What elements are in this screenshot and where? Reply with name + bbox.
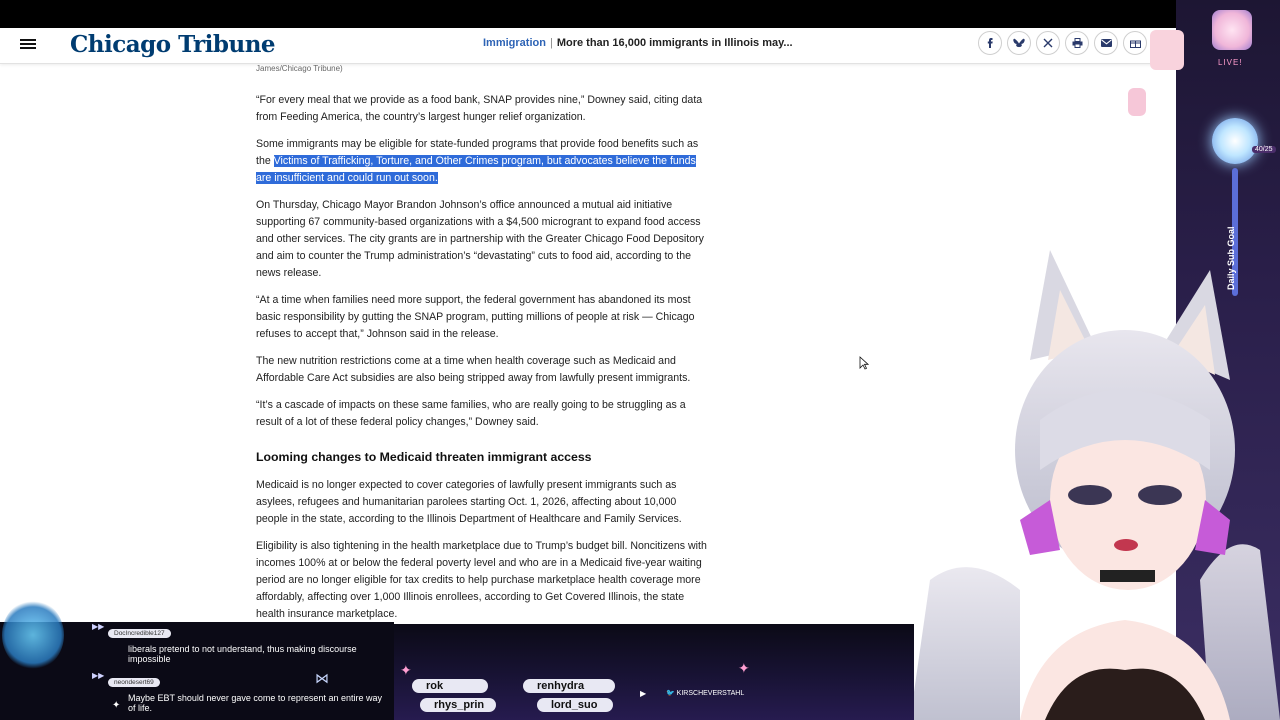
star-icon: ✦ <box>738 660 750 676</box>
x-icon[interactable] <box>1036 31 1060 55</box>
play-icon: ▶ <box>640 689 647 698</box>
goal-count: 40/25 <box>1252 146 1276 153</box>
article-paragraph: “It’s a cascade of impacts on these same… <box>256 399 686 428</box>
supporter-name: rok <box>412 679 488 693</box>
twitter-handle-text: KIRSCHEVERSTAHL <box>676 690 745 697</box>
chat-username: DocIncredible127 <box>108 629 171 638</box>
breadcrumb-separator: | <box>549 37 553 49</box>
print-icon[interactable] <box>1065 31 1089 55</box>
chat-text: Maybe EBT should never gave come to repr… <box>128 693 382 713</box>
chat-text: liberals pretend to not understand, thus… <box>128 644 357 664</box>
menu-icon[interactable] <box>20 37 36 53</box>
supporter-name: rhys_prin <box>420 698 496 712</box>
bubble-decoration <box>1128 88 1146 116</box>
twitter-icon: 🐦 <box>666 690 677 697</box>
selected-text[interactable]: Victims of Trafficking, Torture, and Oth… <box>256 155 696 184</box>
chat-message: DocIncredible127 liberals pretend to not… <box>96 622 386 664</box>
mascot-icon <box>2 600 64 670</box>
supporter-name: lord_suo <box>537 698 613 712</box>
article-paragraph: On Thursday, Chicago Mayor Brandon Johns… <box>256 199 704 279</box>
goal-orb-icon <box>1212 118 1258 164</box>
header-breadcrumb: Immigration | More than 16,000 immigrants … <box>483 37 793 49</box>
site-logo[interactable]: Chicago Tribune <box>70 31 276 58</box>
star-icon: ✦ <box>400 662 412 678</box>
bluesky-icon[interactable] <box>1007 31 1031 55</box>
supporter-name: renhydra <box>523 679 615 693</box>
article-paragraph: “At a time when families need more suppo… <box>256 294 695 340</box>
facebook-icon[interactable] <box>978 31 1002 55</box>
article-paragraph: Eligibility is also tightening in the he… <box>256 540 707 620</box>
header-headline: More than 16,000 immigrants in Illinois … <box>556 37 793 49</box>
vtuber-avatar <box>910 250 1280 720</box>
article-paragraph: Medicaid is no longer expected to cover … <box>256 479 682 525</box>
article-body: James/Chicago Tribune) “For every meal t… <box>256 64 708 633</box>
star-icon: ✦ <box>112 700 121 711</box>
site-header: Chicago Tribune Immigration | More than 16… <box>0 28 1280 64</box>
share-buttons <box>978 31 1147 55</box>
chat-message: neondesert69 Maybe EBT should never gave… <box>96 671 386 713</box>
photo-caption: James/Chicago Tribune) <box>256 64 343 73</box>
article-paragraph-highlighted: Some immigrants may be eligible for stat… <box>256 136 708 187</box>
section-heading: Looming changes to Medicaid threaten imm… <box>256 450 592 464</box>
bow-icon: ⋈ <box>315 670 329 686</box>
article-paragraph: “For every meal that we provide as a foo… <box>256 94 703 123</box>
article-paragraph: The new nutrition restrictions come at a… <box>256 355 691 384</box>
email-icon[interactable] <box>1094 31 1118 55</box>
bubble-decoration <box>1150 30 1184 70</box>
window-top-strip <box>0 0 1280 28</box>
section-link[interactable]: Immigration <box>483 37 546 49</box>
live-label: LIVE! <box>1218 58 1243 67</box>
twitter-handle: 🐦 KIRSCHEVERSTAHL <box>666 689 744 697</box>
star-badge-icon <box>1212 10 1252 50</box>
chat-username: neondesert69 <box>108 678 160 687</box>
mouse-cursor-icon <box>859 356 869 370</box>
gift-icon[interactable] <box>1123 31 1147 55</box>
